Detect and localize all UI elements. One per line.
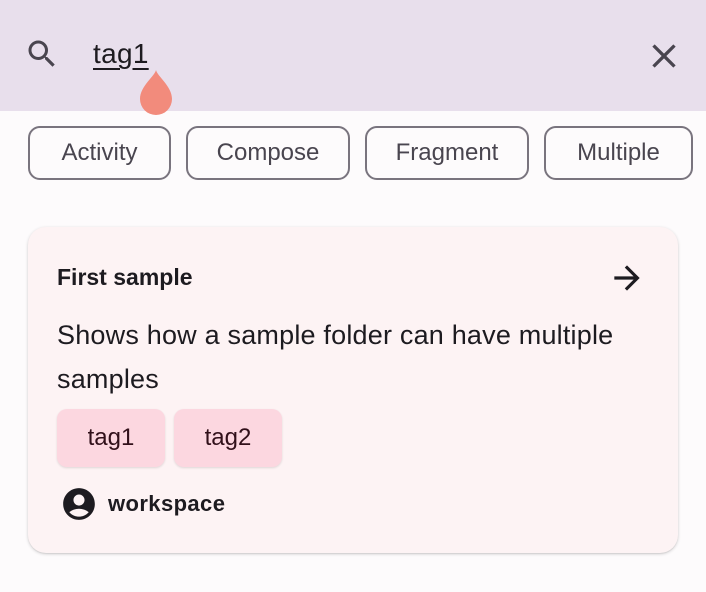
filter-chip-fragment[interactable]: Fragment <box>365 126 529 180</box>
filter-chip-label: Activity <box>61 139 138 166</box>
search-bar: tag1 <box>0 0 706 111</box>
close-icon[interactable] <box>644 36 684 76</box>
owner-label: workspace <box>108 491 226 516</box>
filter-chip-multiple[interactable]: Multiple <box>544 126 693 180</box>
sample-card[interactable]: First sample Shows how a sample folder c… <box>28 227 678 553</box>
tag-chip-tag2[interactable]: tag2 <box>174 409 282 467</box>
arrow-forward-icon[interactable] <box>608 259 646 297</box>
tag-chip-tag1[interactable]: tag1 <box>57 409 165 467</box>
text-cursor-handle[interactable] <box>137 70 175 118</box>
search-input[interactable]: tag1 <box>93 36 149 72</box>
search-icon <box>24 36 60 72</box>
card-title: First sample <box>57 264 193 290</box>
card-description: Shows how a sample folder can have multi… <box>57 320 614 394</box>
owner-row: workspace <box>60 485 225 523</box>
filter-chip-activity[interactable]: Activity <box>28 126 171 180</box>
filter-chip-row: Activity Compose Fragment Multiple <box>28 126 706 184</box>
filter-chip-label: Multiple <box>577 139 660 166</box>
filter-chip-label: Compose <box>216 139 320 166</box>
filter-chip-compose[interactable]: Compose <box>186 126 350 180</box>
tag-label: tag2 <box>204 424 252 451</box>
filter-chip-label: Fragment <box>395 139 499 166</box>
tag-label: tag1 <box>87 424 135 451</box>
account-circle-icon <box>60 485 98 523</box>
